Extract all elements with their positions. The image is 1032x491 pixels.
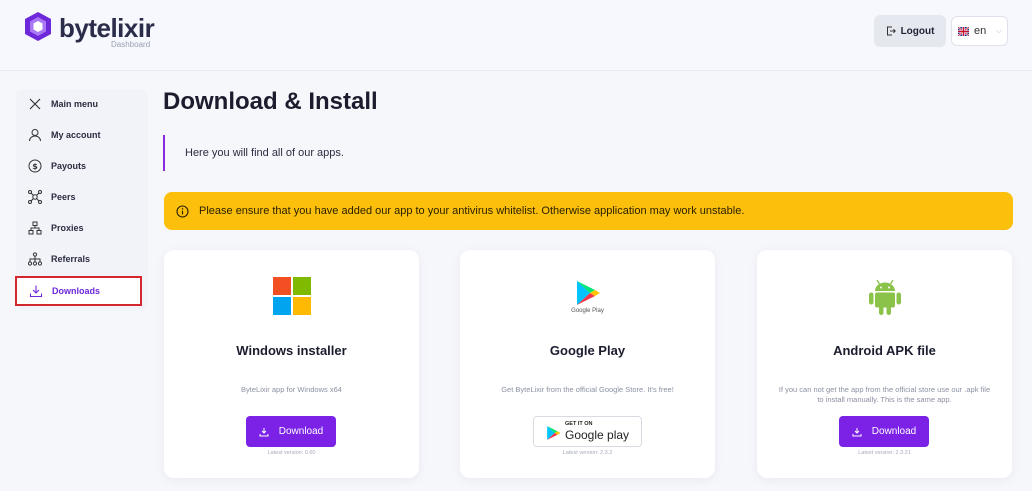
sidebar-item-my-account[interactable]: My account (16, 122, 148, 148)
badge-big-text: Google play (565, 428, 630, 442)
logo-hexagon-icon (25, 12, 51, 41)
download-apk-button[interactable]: Download (839, 416, 929, 447)
uk-flag-icon (958, 26, 969, 36)
logout-label: Logout (900, 25, 935, 37)
intro-accent-bar (163, 135, 165, 171)
sidebar-item-label: Referrals (51, 254, 91, 264)
sidebar-item-label: My account (51, 130, 101, 140)
brand-subtitle: Dashboard (111, 40, 151, 49)
card-description: Get ByteLixir from the official Google S… (501, 385, 674, 394)
sidebar-item-label: Payouts (51, 161, 87, 171)
badge-small-text: GET IT ON (565, 421, 593, 427)
sidebar: Main menu My account $ Payouts Peers Pro… (15, 89, 148, 311)
logout-button[interactable]: Logout (874, 15, 946, 47)
download-button-label: Download (871, 426, 917, 437)
latest-version: Latest version: 2.3.2 (562, 450, 613, 456)
download-windows-button[interactable]: Download (246, 416, 336, 447)
sidebar-item-main-menu[interactable]: Main menu (16, 91, 148, 117)
card-description: If you can not get the app from the offi… (778, 385, 991, 404)
peers-icon (28, 190, 42, 204)
card-title: Android APK file (833, 343, 936, 358)
sidebar-item-payouts[interactable]: $ Payouts (16, 153, 148, 179)
windows-installer-card: Windows installer ByteLixir app for Wind… (164, 250, 419, 478)
google-play-card: Google Play Google Play Get ByteLixir fr… (460, 250, 715, 478)
card-title: Google Play (549, 343, 626, 358)
download-icon (29, 285, 43, 298)
sidebar-item-peers[interactable]: Peers (16, 184, 148, 210)
google-play-caption: Google Play (571, 308, 604, 314)
android-apk-card: Android APK file If you can not get the … (757, 250, 1012, 478)
referrals-icon (28, 252, 42, 266)
sidebar-item-label: Peers (51, 192, 76, 202)
language-select[interactable]: en ⌵ (951, 16, 1008, 46)
sidebar-item-downloads[interactable]: Downloads (15, 276, 142, 306)
logout-icon (886, 26, 896, 36)
sidebar-item-label: Main menu (51, 99, 99, 109)
antivirus-alert: Please ensure that you have added our ap… (164, 192, 1013, 230)
windows-logo-icon (164, 277, 419, 315)
card-description: ByteLixir app for Windows x64 (241, 385, 342, 394)
network-icon (28, 221, 42, 235)
intro-text: Here you will find all of our apps. (185, 147, 344, 159)
dollar-icon: $ (28, 159, 42, 173)
android-logo-icon (757, 277, 1012, 315)
download-icon (852, 427, 862, 436)
close-icon (29, 98, 41, 110)
google-play-logo-icon: Google Play (460, 277, 715, 317)
info-icon (176, 204, 189, 218)
sidebar-item-label: Downloads (52, 286, 101, 296)
svg-text:$: $ (32, 162, 38, 171)
language-value: en (974, 25, 987, 37)
sidebar-item-proxies[interactable]: Proxies (16, 215, 148, 241)
sidebar-item-referrals[interactable]: Referrals (16, 246, 148, 272)
card-title: Windows installer (236, 343, 347, 358)
latest-version: Latest version: 0.60 (267, 450, 316, 456)
alert-text: Please ensure that you have added our ap… (199, 205, 745, 217)
sidebar-item-label: Proxies (51, 223, 84, 233)
latest-version: Latest version: 2.3.21 (858, 450, 911, 456)
google-play-triangle-icon (547, 426, 561, 440)
user-icon (29, 129, 41, 142)
page-title: Download & Install (163, 88, 378, 115)
download-icon (259, 427, 269, 436)
brand-logo[interactable]: bytelixir Dashboard (25, 12, 165, 54)
google-play-store-badge[interactable]: GET IT ON Google play (533, 416, 642, 447)
download-button-label: Download (278, 426, 324, 437)
chevron-down-icon: ⌵ (995, 26, 1002, 35)
top-header: bytelixir Dashboard Logout en ⌵ (0, 0, 1032, 71)
